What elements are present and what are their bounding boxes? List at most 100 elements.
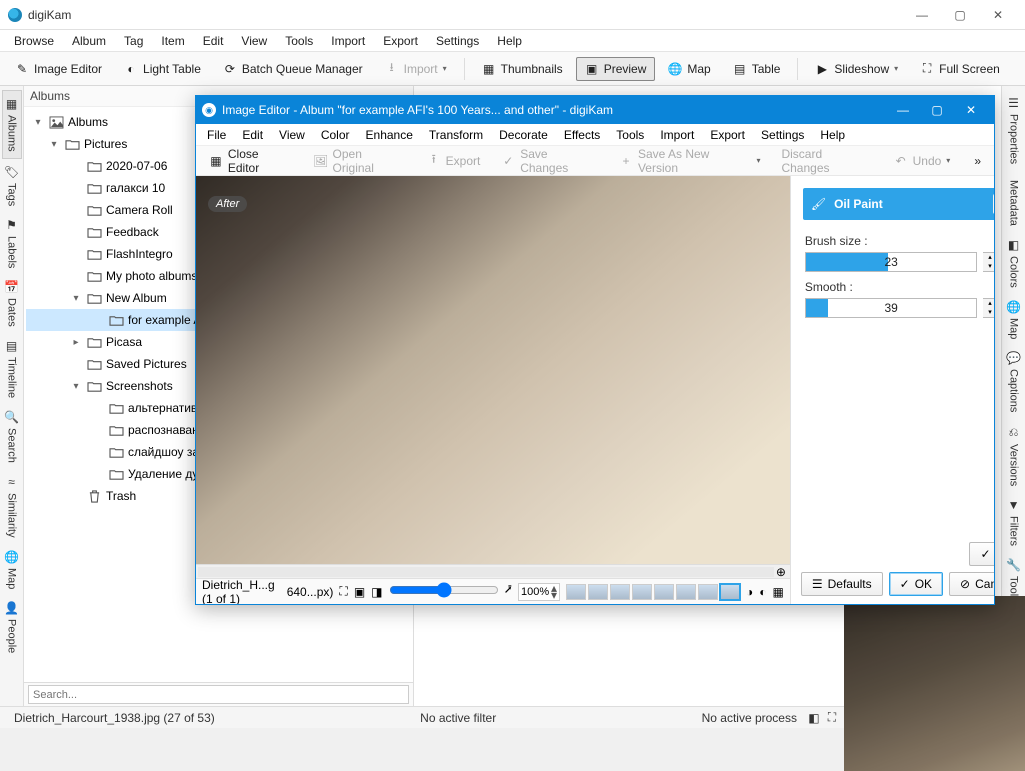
color-managed-icon[interactable]: ▦: [773, 585, 784, 599]
close-button[interactable]: ✕: [979, 2, 1017, 28]
editor-maximize-button[interactable]: ▢: [920, 97, 954, 123]
more-button[interactable]: »: [965, 149, 990, 173]
cancel-button[interactable]: ⊘Cancel: [949, 572, 994, 596]
preview-button[interactable]: ▣Preview: [576, 57, 656, 81]
menu-edit[interactable]: Edit: [195, 32, 232, 50]
right-tab-filters[interactable]: ▼Filters: [1005, 492, 1023, 552]
left-tab-dates[interactable]: 📅Dates: [1, 274, 22, 333]
save-as-new-button[interactable]: +Save As New Version▾: [610, 142, 769, 180]
editor-menu-edit[interactable]: Edit: [235, 126, 270, 144]
try-button[interactable]: ✓Try: [969, 542, 994, 566]
right-tab-metadata[interactable]: Metadata: [1005, 170, 1023, 232]
brush-size-slider[interactable]: 23: [805, 252, 978, 272]
menu-export[interactable]: Export: [375, 32, 426, 50]
editor-menu-decorate[interactable]: Decorate: [492, 126, 555, 144]
editor-menu-effects[interactable]: Effects: [557, 126, 607, 144]
close-editor-button[interactable]: ▦Close Editor: [200, 142, 302, 180]
right-tab-colors[interactable]: ◧Colors: [1005, 232, 1023, 294]
actual-size-icon[interactable]: ◨: [371, 585, 382, 599]
menu-browse[interactable]: Browse: [6, 32, 62, 50]
editor-menu-help[interactable]: Help: [813, 126, 852, 144]
right-tab-map[interactable]: 🌐Map: [1003, 294, 1024, 345]
preview-mode-thumb[interactable]: [632, 584, 652, 600]
left-tab-timeline[interactable]: ▤Timeline: [3, 333, 21, 404]
menu-tag[interactable]: Tag: [116, 32, 151, 50]
editor-minimize-button[interactable]: —: [886, 97, 920, 123]
step-up-icon[interactable]: ▴: [983, 253, 994, 262]
editor-menu-transform[interactable]: Transform: [422, 126, 490, 144]
preview-mode-thumb[interactable]: [566, 584, 586, 600]
right-tab-properties[interactable]: ☰Properties: [1005, 90, 1023, 170]
preview-mode-thumb[interactable]: [610, 584, 630, 600]
fit-window-icon[interactable]: ⛶: [339, 584, 347, 599]
slideshow-button[interactable]: ▶Slideshow▾: [806, 57, 907, 81]
menu-tools[interactable]: Tools: [277, 32, 321, 50]
left-tab-labels[interactable]: ⚑Labels: [3, 212, 21, 274]
menu-album[interactable]: Album: [64, 32, 114, 50]
zoom-fit-icon[interactable]: ⛶: [823, 709, 841, 727]
table-button[interactable]: ▤Table: [724, 57, 790, 81]
preview-mode-thumb[interactable]: [698, 584, 718, 600]
editor-zoom-slider[interactable]: [389, 582, 499, 598]
editor-menu-file[interactable]: File: [200, 126, 233, 144]
editor-close-button[interactable]: ✕: [954, 97, 988, 123]
fullscreen-button[interactable]: ⛶Full Screen: [911, 57, 1009, 81]
expander-icon[interactable]: ▾: [70, 293, 82, 304]
preview-photo[interactable]: Studio Harcourt: [844, 596, 1025, 771]
right-tab-captions[interactable]: 💬Captions: [1003, 345, 1024, 418]
menu-settings[interactable]: Settings: [428, 32, 487, 50]
ok-button[interactable]: ✓OK: [889, 572, 943, 596]
editor-menu-settings[interactable]: Settings: [754, 126, 811, 144]
maximize-button[interactable]: ▢: [941, 2, 979, 28]
export-button[interactable]: ⭱Export: [418, 149, 490, 173]
info-button[interactable]: i: [993, 194, 994, 214]
expander-icon[interactable]: ▾: [48, 139, 60, 150]
save-changes-button[interactable]: ✓Save Changes: [492, 142, 607, 180]
preview-mode-thumb[interactable]: [654, 584, 674, 600]
map-button[interactable]: 🌐Map: [659, 57, 719, 81]
step-down-icon[interactable]: ▾: [983, 262, 994, 271]
editor-canvas[interactable]: After: [196, 176, 790, 564]
album-search-input[interactable]: [28, 685, 409, 704]
menu-view[interactable]: View: [233, 32, 275, 50]
step-down-icon[interactable]: ▾: [983, 308, 994, 317]
left-tab-similarity[interactable]: ≈Similarity: [3, 469, 21, 544]
menu-help[interactable]: Help: [489, 32, 530, 50]
smooth-slider[interactable]: 39: [805, 298, 978, 318]
discard-changes-button[interactable]: Discard Changes: [772, 142, 881, 180]
pan-icon[interactable]: ⊕: [774, 565, 788, 579]
preview-mode-thumb[interactable]: [676, 584, 696, 600]
editor-menu-enhance[interactable]: Enhance: [359, 126, 420, 144]
menu-item[interactable]: Item: [153, 32, 192, 50]
defaults-button[interactable]: ☰Defaults: [801, 572, 883, 596]
left-tab-search[interactable]: 🔍Search: [1, 404, 22, 469]
image-editor-button[interactable]: ✎Image Editor: [6, 57, 111, 81]
open-original-button[interactable]: 🖼Open Original: [305, 142, 415, 180]
light-table-button[interactable]: ◐Light Table: [115, 57, 210, 81]
menu-import[interactable]: Import: [323, 32, 373, 50]
left-tab-people[interactable]: 👤People: [1, 595, 22, 659]
step-up-icon[interactable]: ▴: [983, 299, 994, 308]
underexposure-icon[interactable]: ◐: [759, 585, 766, 599]
import-button[interactable]: ⭳Import▾: [376, 57, 456, 81]
left-tab-map[interactable]: 🌐Map: [1, 544, 22, 595]
zoom-to-icon[interactable]: ⭷: [505, 581, 512, 602]
color-label-icon[interactable]: ◧: [805, 709, 823, 727]
right-tab-versions[interactable]: ⎌Versions: [1005, 419, 1023, 492]
preview-mode-thumb[interactable]: [588, 584, 608, 600]
editor-menu-export[interactable]: Export: [703, 126, 752, 144]
undo-button[interactable]: ↶Undo▾: [885, 149, 960, 173]
editor-scrollbar[interactable]: ⊕: [196, 564, 790, 578]
expander-icon[interactable]: ▾: [70, 381, 82, 392]
editor-menu-import[interactable]: Import: [653, 126, 701, 144]
minimize-button[interactable]: —: [903, 2, 941, 28]
editor-menu-color[interactable]: Color: [314, 126, 357, 144]
left-tab-tags[interactable]: 🏷Tags: [1, 159, 22, 212]
editor-menu-tools[interactable]: Tools: [609, 126, 651, 144]
editor-menu-view[interactable]: View: [272, 126, 312, 144]
overexposure-icon[interactable]: ◑: [746, 585, 753, 599]
editor-zoom-box[interactable]: ▴▾: [518, 583, 560, 601]
fit-select-icon[interactable]: ▣: [354, 585, 365, 599]
preview-mode-thumb[interactable]: [720, 584, 740, 600]
left-tab-albums[interactable]: ▦Albums: [2, 90, 22, 159]
